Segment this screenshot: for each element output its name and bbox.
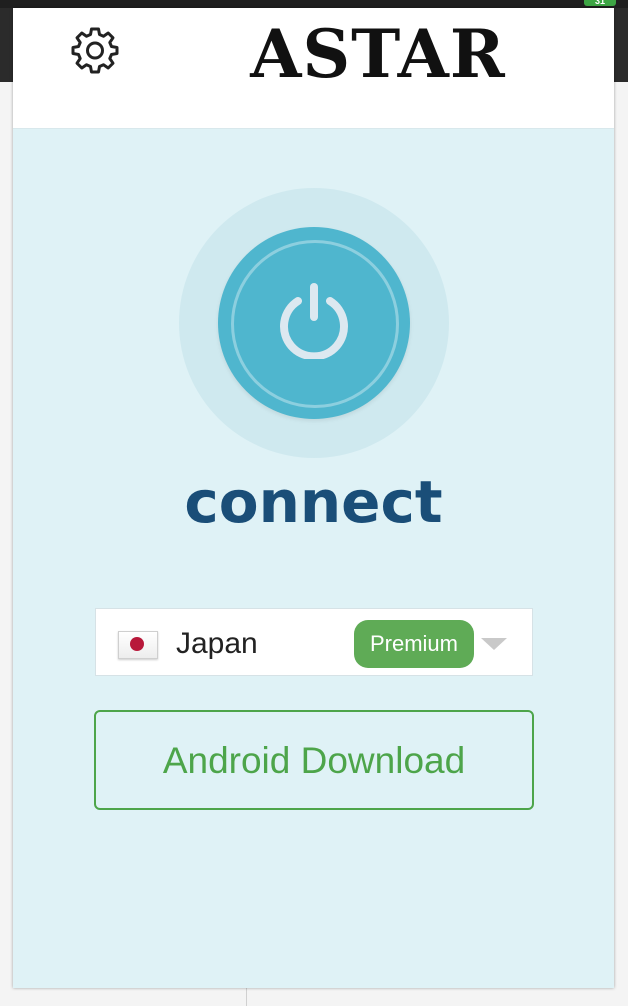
extension-badge[interactable]: 31 [584,0,616,6]
settings-button[interactable] [69,24,121,76]
server-selector[interactable]: Japan Premium [95,608,533,676]
server-country: Japan [176,627,258,660]
popup-header: ASTAR [13,8,614,129]
power-icon [280,283,348,359]
extension-popup: ASTAR connect Japan Premium Android Down… [13,8,614,988]
android-download-button[interactable]: Android Download [94,710,534,810]
premium-badge: Premium [354,620,474,668]
gear-icon [71,27,119,74]
astar-logo: ASTAR [250,15,506,93]
chevron-down-icon[interactable] [481,638,507,650]
japan-flag-icon [118,631,158,659]
connection-status[interactable]: connect [13,462,614,542]
background-divider [246,988,247,1006]
power-button[interactable] [218,227,410,419]
browser-tab-strip [0,0,628,8]
flag-sun [130,637,144,651]
